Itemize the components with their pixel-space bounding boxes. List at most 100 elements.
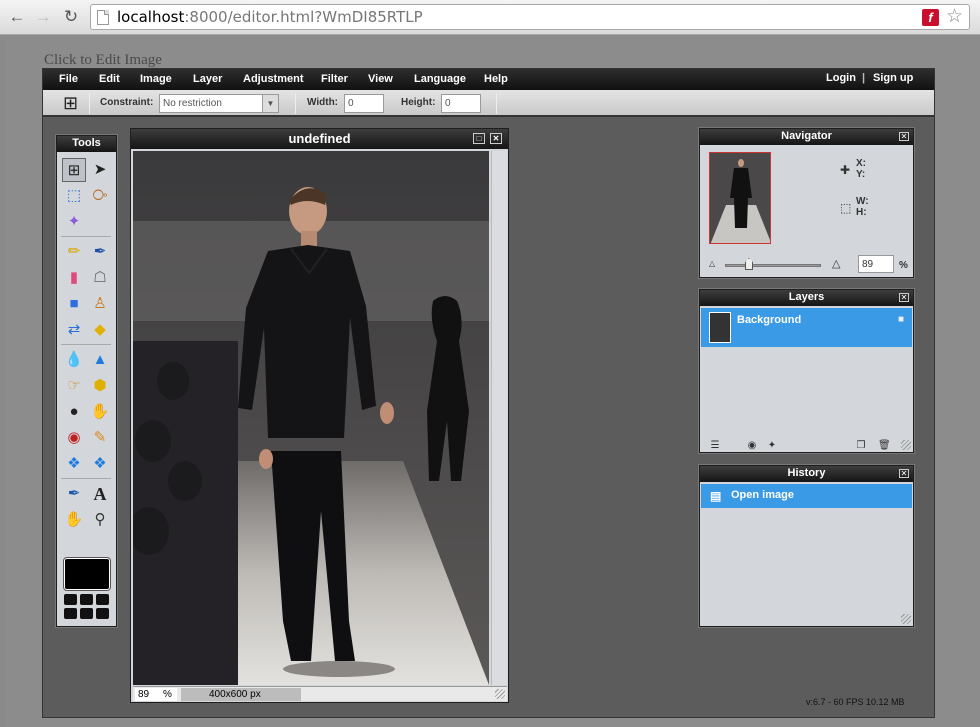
hand-tool-icon[interactable]: ✋	[62, 508, 86, 532]
red-eye-tool-icon[interactable]: ◉	[62, 426, 86, 450]
menu-image[interactable]: Image	[140, 73, 172, 85]
crop-tool-icon[interactable]: ⊞	[62, 158, 86, 182]
document-zoom-field[interactable]: 89%	[135, 688, 177, 701]
constraint-select[interactable]: No restriction ▼	[159, 94, 279, 113]
resize-grip-icon[interactable]	[901, 614, 911, 624]
pencil-tool-icon[interactable]: ✏	[62, 240, 86, 264]
lasso-tool-icon[interactable]: ⧂	[88, 184, 112, 208]
menu-adjustment[interactable]: Adjustment	[243, 73, 304, 85]
zoom-out-icon[interactable]: △	[709, 259, 715, 268]
zoom-slider-handle[interactable]	[745, 258, 753, 270]
url-text: localhost:8000/editor.html?WmDI85RTLP	[117, 8, 423, 26]
zoom-slider-track[interactable]	[725, 264, 821, 267]
menu-edit[interactable]: Edit	[99, 73, 120, 85]
width-input[interactable]: 0	[344, 94, 384, 113]
color-picker-tool-icon[interactable]: ✒	[62, 482, 86, 506]
tool-options-bar: ⊞ Constraint: No restriction ▼ Width: 0 …	[43, 90, 934, 117]
brush-tool-icon[interactable]: ✒	[88, 240, 112, 264]
fill-bucket-tool-icon[interactable]: ☖	[88, 266, 112, 290]
history-row[interactable]: ▤ Open image	[701, 484, 912, 508]
layers-title: Layers	[700, 290, 913, 306]
menu-filter[interactable]: Filter	[321, 73, 348, 85]
layer-row[interactable]: Background ■	[701, 308, 912, 347]
move-tool-icon[interactable]: ➤	[88, 158, 112, 182]
address-bar[interactable]: localhost:8000/editor.html?WmDI85RTLP f …	[90, 4, 970, 30]
smudge-tool-icon[interactable]: ☞	[62, 374, 86, 398]
vertical-scrollbar[interactable]	[491, 151, 507, 685]
tools-panel-title: Tools	[57, 136, 116, 152]
swatch-dot[interactable]	[80, 608, 93, 619]
flash-plugin-icon[interactable]: f	[922, 9, 939, 26]
new-layer-icon[interactable]: ❐	[855, 440, 867, 451]
gradient-tool-icon[interactable]: ■	[62, 292, 86, 316]
blur-tool-icon[interactable]: 💧	[62, 348, 86, 372]
menu-help[interactable]: Help	[484, 73, 508, 85]
height-input[interactable]: 0	[441, 94, 481, 113]
arrow-left-icon[interactable]: ←	[6, 6, 28, 28]
signup-link[interactable]: Sign up	[873, 72, 913, 84]
resize-grip-icon[interactable]	[495, 689, 505, 699]
login-link[interactable]: Login	[826, 72, 856, 84]
sharpen-tool-icon[interactable]: ▲	[88, 348, 112, 372]
layer-options-icon[interactable]: ☰	[709, 440, 721, 451]
marquee-tool-icon[interactable]: ⬚	[62, 184, 86, 208]
menu-layer[interactable]: Layer	[193, 73, 222, 85]
maximize-icon[interactable]: □	[473, 133, 485, 144]
toolbar-divider	[496, 93, 497, 114]
url-path: :8000/editor.html?WmDI85RTLP	[184, 8, 423, 26]
eraser-tool-icon[interactable]: ▮	[62, 266, 86, 290]
document-icon: ▤	[710, 489, 722, 503]
color-replace-tool-icon[interactable]: ⇄	[62, 318, 86, 342]
swatch-dot[interactable]	[80, 594, 93, 605]
color-swatch-grid[interactable]	[64, 594, 110, 620]
nav-x-label: X:	[856, 158, 866, 169]
close-icon[interactable]: ✕	[899, 293, 909, 302]
constraint-value: No restriction	[163, 98, 222, 109]
url-host: localhost	[117, 8, 185, 26]
zoom-tool-icon[interactable]: ⚲	[88, 508, 112, 532]
canvas-image[interactable]	[133, 151, 489, 685]
resize-grip-icon[interactable]	[901, 440, 911, 450]
layer-style-icon[interactable]: ✦	[766, 440, 778, 451]
crosshair-icon: ✚	[840, 163, 851, 177]
zoom-in-icon[interactable]: △	[832, 257, 840, 270]
arrow-right-icon[interactable]: →	[32, 6, 54, 28]
tools-divider	[61, 478, 111, 479]
bloat-tool-icon[interactable]: ❖	[62, 452, 86, 476]
click-to-edit-link[interactable]: Click to Edit Image	[44, 52, 162, 69]
nav-w-label: W:	[856, 196, 869, 207]
swatch-dot[interactable]	[96, 594, 109, 605]
type-tool-icon[interactable]: A	[88, 482, 112, 506]
trash-icon[interactable]: 🗑	[878, 440, 891, 451]
dodge-tool-icon[interactable]: ●	[62, 400, 86, 424]
reload-icon[interactable]: ↻	[60, 6, 82, 28]
magic-wand-tool-icon[interactable]: ✦	[62, 210, 86, 234]
spot-heal-tool-icon[interactable]: ✎	[88, 426, 112, 450]
toolbar-divider	[89, 93, 90, 114]
burn-tool-icon[interactable]: ✋	[88, 400, 112, 424]
sponge-tool-icon[interactable]: ⬢	[88, 374, 112, 398]
navigator-thumbnail-image	[710, 153, 770, 243]
navigator-zoom-unit: %	[899, 260, 908, 271]
constraint-label: Constraint:	[100, 97, 154, 108]
swatch-dot[interactable]	[96, 608, 109, 619]
menu-file[interactable]: File	[59, 73, 78, 85]
menu-language[interactable]: Language	[414, 73, 466, 85]
lock-icon[interactable]: ■	[898, 314, 904, 325]
pinch-tool-icon[interactable]: ❖	[88, 452, 112, 476]
swatch-dot[interactable]	[64, 608, 77, 619]
navigator-thumbnail[interactable]	[709, 152, 771, 244]
bookmark-star-icon[interactable]: ☆	[946, 5, 963, 28]
menu-view[interactable]: View	[368, 73, 393, 85]
close-icon[interactable]: ✕	[490, 133, 502, 144]
close-icon[interactable]: ✕	[899, 132, 909, 141]
clone-stamp-tool-icon[interactable]: ♙	[88, 292, 112, 316]
foreground-color-swatch[interactable]	[63, 557, 111, 591]
swatch-dot[interactable]	[64, 594, 77, 605]
shape-tool-icon[interactable]: ◆	[88, 318, 112, 342]
toolbar-divider	[295, 93, 296, 114]
navigator-zoom-input[interactable]: 89	[858, 255, 894, 273]
document-title-bar: undefined □ ✕	[131, 129, 508, 149]
close-icon[interactable]: ✕	[899, 469, 909, 478]
layer-mask-icon[interactable]: ◉	[746, 440, 758, 451]
